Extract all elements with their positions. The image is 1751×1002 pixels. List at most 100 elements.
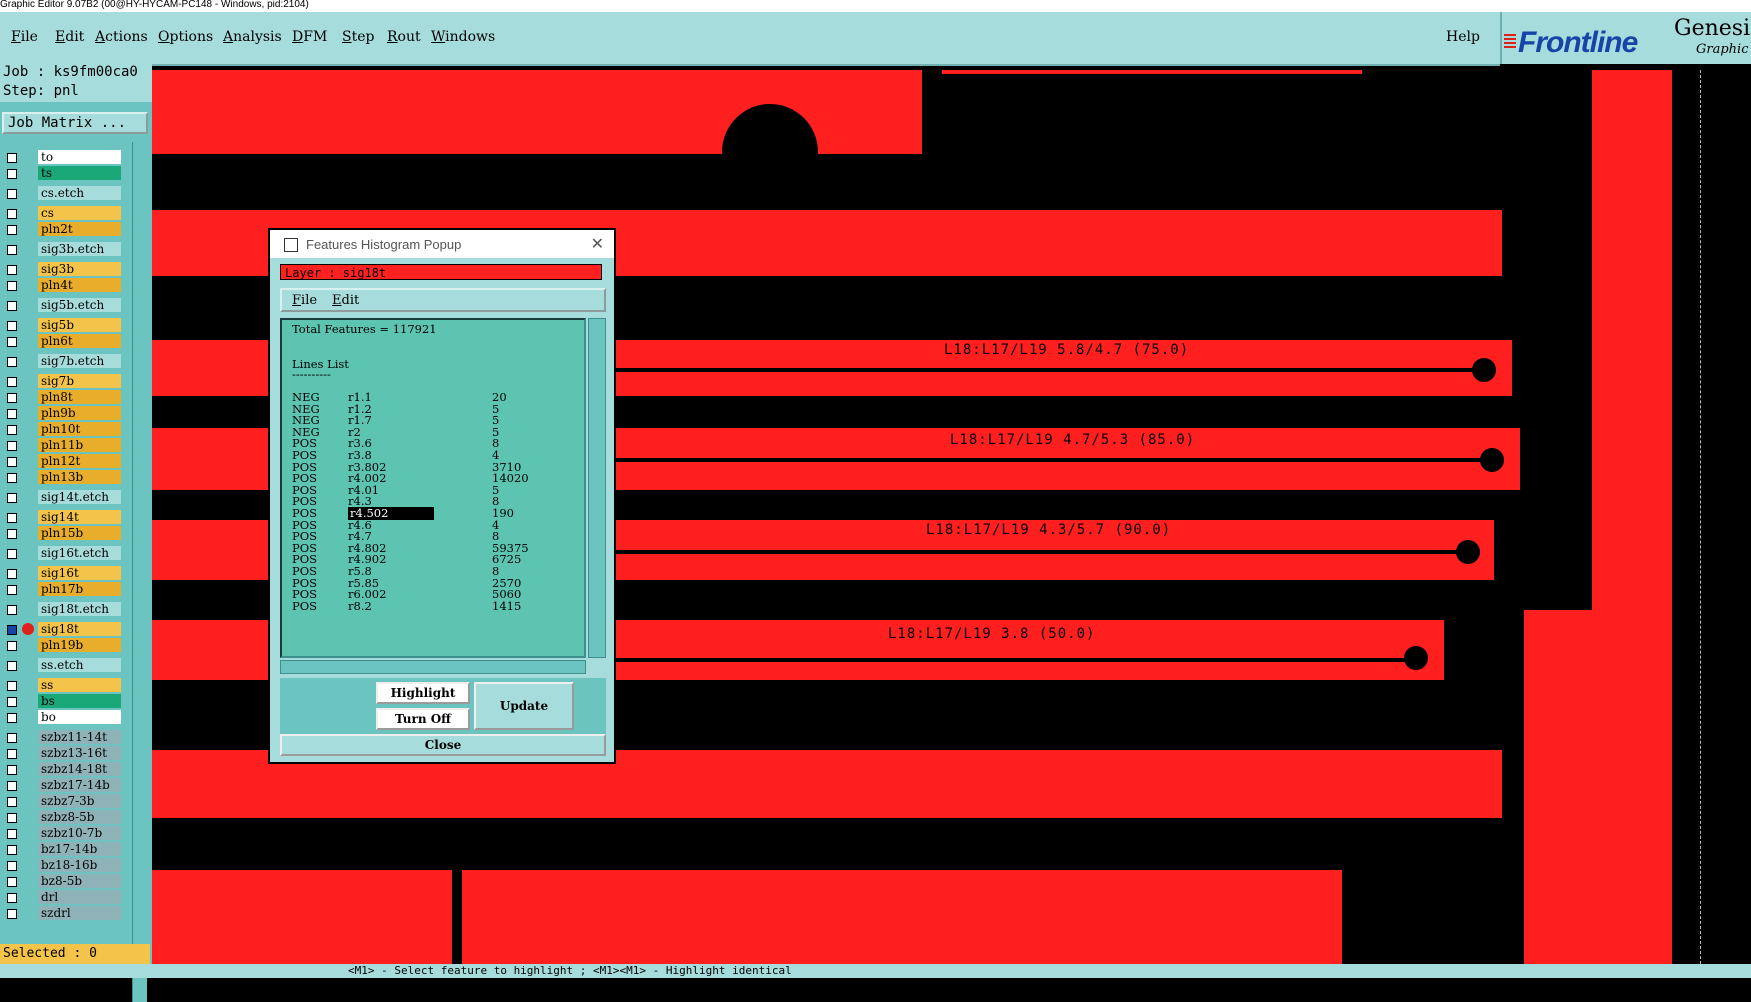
menu-options[interactable]: Options — [158, 29, 213, 45]
list-horizontal-scrollbar[interactable] — [280, 660, 586, 674]
layer-row-sig5b.etch[interactable]: sig5b.etch — [4, 298, 121, 313]
layer-checkbox[interactable] — [7, 513, 17, 523]
layer-row-pln11b[interactable]: pln11b — [4, 438, 121, 453]
layer-row-sig7b[interactable]: sig7b — [4, 374, 121, 389]
histogram-row[interactable]: POS r8.2 1415 — [292, 599, 582, 613]
layer-checkbox[interactable] — [7, 265, 17, 275]
layer-checkbox[interactable] — [7, 585, 17, 595]
layer-checkbox[interactable] — [7, 169, 17, 179]
layer-row-pln6t[interactable]: pln6t — [4, 334, 121, 349]
layer-row-bz17-14b[interactable]: bz17-14b — [4, 842, 121, 857]
layer-row-bz8-5b[interactable]: bz8-5b — [4, 874, 121, 889]
close-button[interactable]: Close — [280, 734, 606, 756]
layer-checkbox[interactable] — [7, 209, 17, 219]
layer-row-sig16t[interactable]: sig16t — [4, 566, 121, 581]
layer-row-drl[interactable]: drl — [4, 890, 121, 905]
layer-checkbox[interactable] — [7, 641, 17, 651]
layer-row-pln10t[interactable]: pln10t — [4, 422, 121, 437]
layer-row-ss[interactable]: ss — [4, 678, 121, 693]
layer-row-sig18t[interactable]: sig18t — [4, 622, 121, 637]
close-icon[interactable]: ✕ — [591, 234, 604, 254]
layer-row-pln13b[interactable]: pln13b — [4, 470, 121, 485]
layer-checkbox[interactable] — [7, 457, 17, 467]
layer-row-szbz17-14b[interactable]: szbz17-14b — [4, 778, 121, 793]
layer-checkbox[interactable] — [7, 357, 17, 367]
layer-row-sig3b[interactable]: sig3b — [4, 262, 121, 277]
layer-row-bz18-16b[interactable]: bz18-16b — [4, 858, 121, 873]
layer-row-cs[interactable]: cs — [4, 206, 121, 221]
layer-checkbox[interactable] — [7, 393, 17, 403]
layer-checkbox[interactable] — [7, 569, 17, 579]
layer-checkbox[interactable] — [7, 337, 17, 347]
layer-row-pln17b[interactable]: pln17b — [4, 582, 121, 597]
layer-row-szbz7-3b[interactable]: szbz7-3b — [4, 794, 121, 809]
layer-row-sig7b.etch[interactable]: sig7b.etch — [4, 354, 121, 369]
layer-checkbox[interactable] — [7, 781, 17, 791]
menu-file[interactable]: File — [11, 29, 38, 45]
layer-checkbox[interactable] — [7, 681, 17, 691]
layer-row-sig5b[interactable]: sig5b — [4, 318, 121, 333]
layer-checkbox[interactable] — [7, 493, 17, 503]
layer-checkbox[interactable] — [7, 425, 17, 435]
layer-checkbox[interactable] — [7, 697, 17, 707]
layer-checkbox[interactable] — [7, 529, 17, 539]
layer-checkbox[interactable] — [7, 829, 17, 839]
layer-row-pln4t[interactable]: pln4t — [4, 278, 121, 293]
layer-row-sig3b.etch[interactable]: sig3b.etch — [4, 242, 121, 257]
layer-checkbox[interactable] — [7, 733, 17, 743]
layer-checkbox[interactable] — [7, 281, 17, 291]
layer-row-sig18t.etch[interactable]: sig18t.etch — [4, 602, 121, 617]
layer-checkbox[interactable] — [7, 321, 17, 331]
popup-menu-edit[interactable]: Edit — [332, 293, 359, 308]
turn-off-button[interactable]: Turn Off — [376, 708, 470, 730]
menu-windows[interactable]: Windows — [431, 29, 495, 45]
update-button[interactable]: Update — [474, 682, 574, 730]
layer-checkbox[interactable] — [7, 797, 17, 807]
layer-row-sig16t.etch[interactable]: sig16t.etch — [4, 546, 121, 561]
layer-checkbox[interactable] — [7, 473, 17, 483]
layer-row-pln9b[interactable]: pln9b — [4, 406, 121, 421]
layer-row-pln19b[interactable]: pln19b — [4, 638, 121, 653]
layer-row-cs.etch[interactable]: cs.etch — [4, 186, 121, 201]
layer-checkbox[interactable] — [7, 409, 17, 419]
layer-row-sig14t[interactable]: sig14t — [4, 510, 121, 525]
layer-checkbox[interactable] — [7, 153, 17, 163]
layer-row-szdrl[interactable]: szdrl — [4, 906, 121, 921]
layer-checkbox[interactable] — [7, 861, 17, 871]
menu-edit[interactable]: Edit — [55, 29, 84, 45]
menu-help[interactable]: Help — [1446, 29, 1480, 45]
layer-checkbox[interactable] — [7, 441, 17, 451]
menu-step[interactable]: Step — [342, 29, 374, 45]
layer-row-ts[interactable]: ts — [4, 166, 121, 181]
layer-checkbox[interactable] — [7, 749, 17, 759]
layer-row-pln8t[interactable]: pln8t — [4, 390, 121, 405]
layer-checkbox[interactable] — [7, 605, 17, 615]
layer-checkbox[interactable] — [7, 549, 17, 559]
menu-dfm[interactable]: DFM — [292, 29, 327, 45]
menu-rout[interactable]: Rout — [387, 29, 421, 45]
list-vertical-scrollbar[interactable] — [588, 318, 606, 658]
layer-row-szbz13-16t[interactable]: szbz13-16t — [4, 746, 121, 761]
layer-row-to[interactable]: to — [4, 150, 121, 165]
layer-checkbox[interactable] — [7, 765, 17, 775]
layer-checkbox[interactable] — [7, 877, 17, 887]
histogram-list[interactable]: Total Features = 117921 Lines List -----… — [280, 318, 586, 658]
popup-menu-file[interactable]: File — [292, 293, 317, 308]
highlight-button[interactable]: Highlight — [376, 682, 470, 704]
job-matrix-button[interactable]: Job Matrix ... — [2, 112, 148, 134]
layer-row-szbz10-7b[interactable]: szbz10-7b — [4, 826, 121, 841]
layer-checkbox[interactable] — [7, 909, 17, 919]
layer-row-sig14t.etch[interactable]: sig14t.etch — [4, 490, 121, 505]
menu-actions[interactable]: Actions — [95, 29, 148, 45]
layer-row-ss.etch[interactable]: ss.etch — [4, 658, 121, 673]
layer-checkbox[interactable] — [7, 713, 17, 723]
layer-row-szbz11-14t[interactable]: szbz11-14t — [4, 730, 121, 745]
layer-row-pln2t[interactable]: pln2t — [4, 222, 121, 237]
layer-row-bo[interactable]: bo — [4, 710, 121, 725]
layer-row-pln12t[interactable]: pln12t — [4, 454, 121, 469]
menu-analysis[interactable]: Analysis — [223, 29, 282, 45]
layer-checkbox[interactable] — [7, 377, 17, 387]
layer-row-pln15b[interactable]: pln15b — [4, 526, 121, 541]
layer-checkbox[interactable] — [7, 661, 17, 671]
layer-checkbox[interactable] — [7, 625, 17, 635]
